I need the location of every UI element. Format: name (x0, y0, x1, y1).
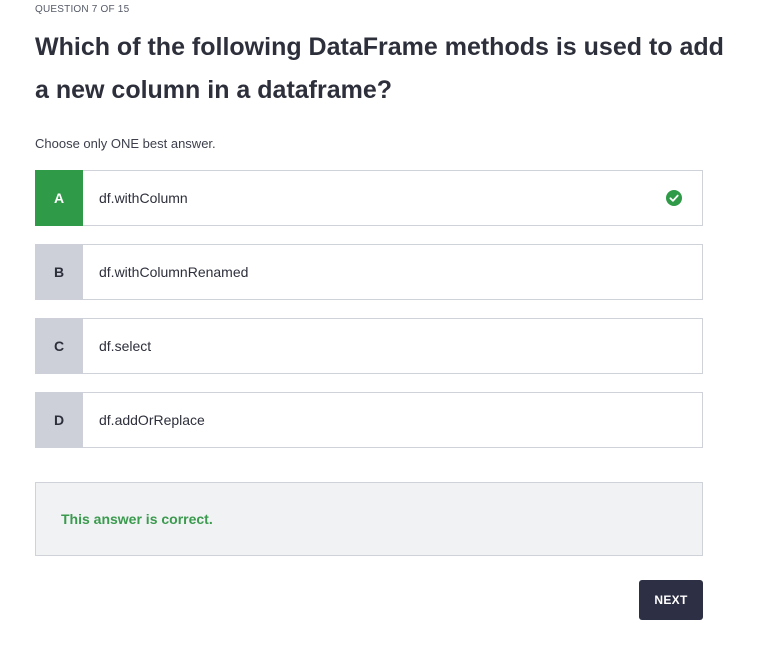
option-text: df.withColumn (99, 190, 188, 206)
question-counter: QUESTION 7 OF 15 (35, 4, 130, 15)
answer-options: A df.withColumn B df.withColumnRenamed C… (35, 170, 703, 466)
option-letter: A (35, 170, 83, 226)
answer-option-c[interactable]: C df.select (35, 318, 703, 374)
question-text: Which of the following DataFrame methods… (35, 33, 724, 104)
option-letter: D (35, 392, 83, 448)
feedback-panel: This answer is correct. (35, 482, 703, 556)
option-text: df.addOrReplace (99, 412, 205, 428)
option-letter: B (35, 244, 83, 300)
quiz-page: QUESTION 7 OF 15 Which of the following … (0, 0, 766, 649)
answer-option-d[interactable]: D df.addOrReplace (35, 392, 703, 448)
option-text: df.withColumnRenamed (99, 264, 249, 280)
next-button[interactable]: NEXT (639, 580, 703, 620)
answer-instruction: Choose only ONE best answer. (35, 136, 216, 151)
check-circle-icon (666, 190, 682, 206)
feedback-message: This answer is correct. (61, 511, 213, 527)
answer-option-b[interactable]: B df.withColumnRenamed (35, 244, 703, 300)
option-letter: C (35, 318, 83, 374)
answer-option-a[interactable]: A df.withColumn (35, 170, 703, 226)
option-text: df.select (99, 338, 152, 354)
